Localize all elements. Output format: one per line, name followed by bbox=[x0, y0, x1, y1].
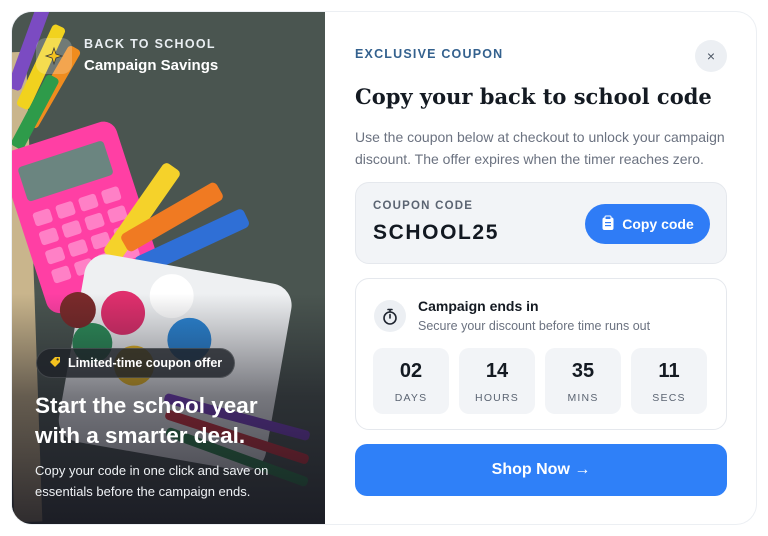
coupon-card: COUPON CODE SCHOOL25 Copy code bbox=[355, 182, 727, 264]
countdown-unit-label: MINS bbox=[567, 392, 599, 404]
countdown-unit-label: SECS bbox=[652, 392, 686, 404]
countdown-value: 14 bbox=[485, 360, 509, 382]
hero-text: Copy your code in one click and save on … bbox=[35, 463, 269, 499]
coupon-code-label: COUPON CODE bbox=[373, 200, 474, 212]
countdown-unit-label: DAYS bbox=[394, 392, 428, 404]
countdown-value: 35 bbox=[571, 360, 595, 382]
countdown-subtitle: Secure your discount before time runs ou… bbox=[418, 319, 651, 333]
sparkle-icon bbox=[36, 38, 72, 74]
countdown-days: 02 DAYS bbox=[373, 348, 449, 414]
countdown-value: 02 bbox=[399, 360, 423, 382]
countdown-hours: 14 HOURS bbox=[459, 348, 535, 414]
campaign-eyebrow: BACK TO SCHOOL bbox=[84, 37, 216, 51]
modal-description: Use the coupon below at checkout to unlo… bbox=[355, 129, 725, 167]
hero-panel: BACK TO SCHOOL Campaign Savings Limited-… bbox=[12, 12, 325, 524]
shop-now-label: Shop Now → bbox=[491, 461, 591, 478]
tag-icon bbox=[48, 355, 62, 372]
shop-now-button[interactable]: Shop Now → bbox=[355, 444, 727, 496]
copy-code-label: Copy code bbox=[622, 216, 694, 232]
coupon-code-value: SCHOOL25 bbox=[373, 221, 499, 244]
close-icon: × bbox=[706, 48, 716, 64]
countdown-card: Campaign ends in Secure your discount be… bbox=[355, 278, 727, 430]
countdown-title: Campaign ends in bbox=[418, 298, 539, 314]
stopwatch-icon bbox=[374, 300, 406, 332]
countdown-value: 11 bbox=[658, 360, 680, 382]
clipboard-icon bbox=[601, 215, 615, 234]
countdown-units: 02 DAYS 14 HOURS 35 MINS 11 SECS bbox=[373, 348, 707, 414]
modal-title: Copy your back to school code bbox=[355, 84, 712, 109]
countdown-unit-label: HOURS bbox=[475, 392, 519, 404]
offer-pill: Limited-time coupon offer bbox=[36, 348, 236, 378]
coupon-modal: BACK TO SCHOOL Campaign Savings Limited-… bbox=[12, 12, 756, 524]
close-button[interactable]: × bbox=[695, 40, 727, 72]
offer-pill-label: Limited-time coupon offer bbox=[68, 356, 223, 370]
coupon-eyebrow: EXCLUSIVE COUPON bbox=[355, 47, 504, 61]
countdown-mins: 35 MINS bbox=[545, 348, 621, 414]
countdown-secs: 11 SECS bbox=[631, 348, 707, 414]
copy-code-button[interactable]: Copy code bbox=[585, 204, 710, 244]
hero-title: Start the school year with a smarter dea… bbox=[35, 393, 258, 448]
campaign-title: Campaign Savings bbox=[84, 57, 219, 74]
